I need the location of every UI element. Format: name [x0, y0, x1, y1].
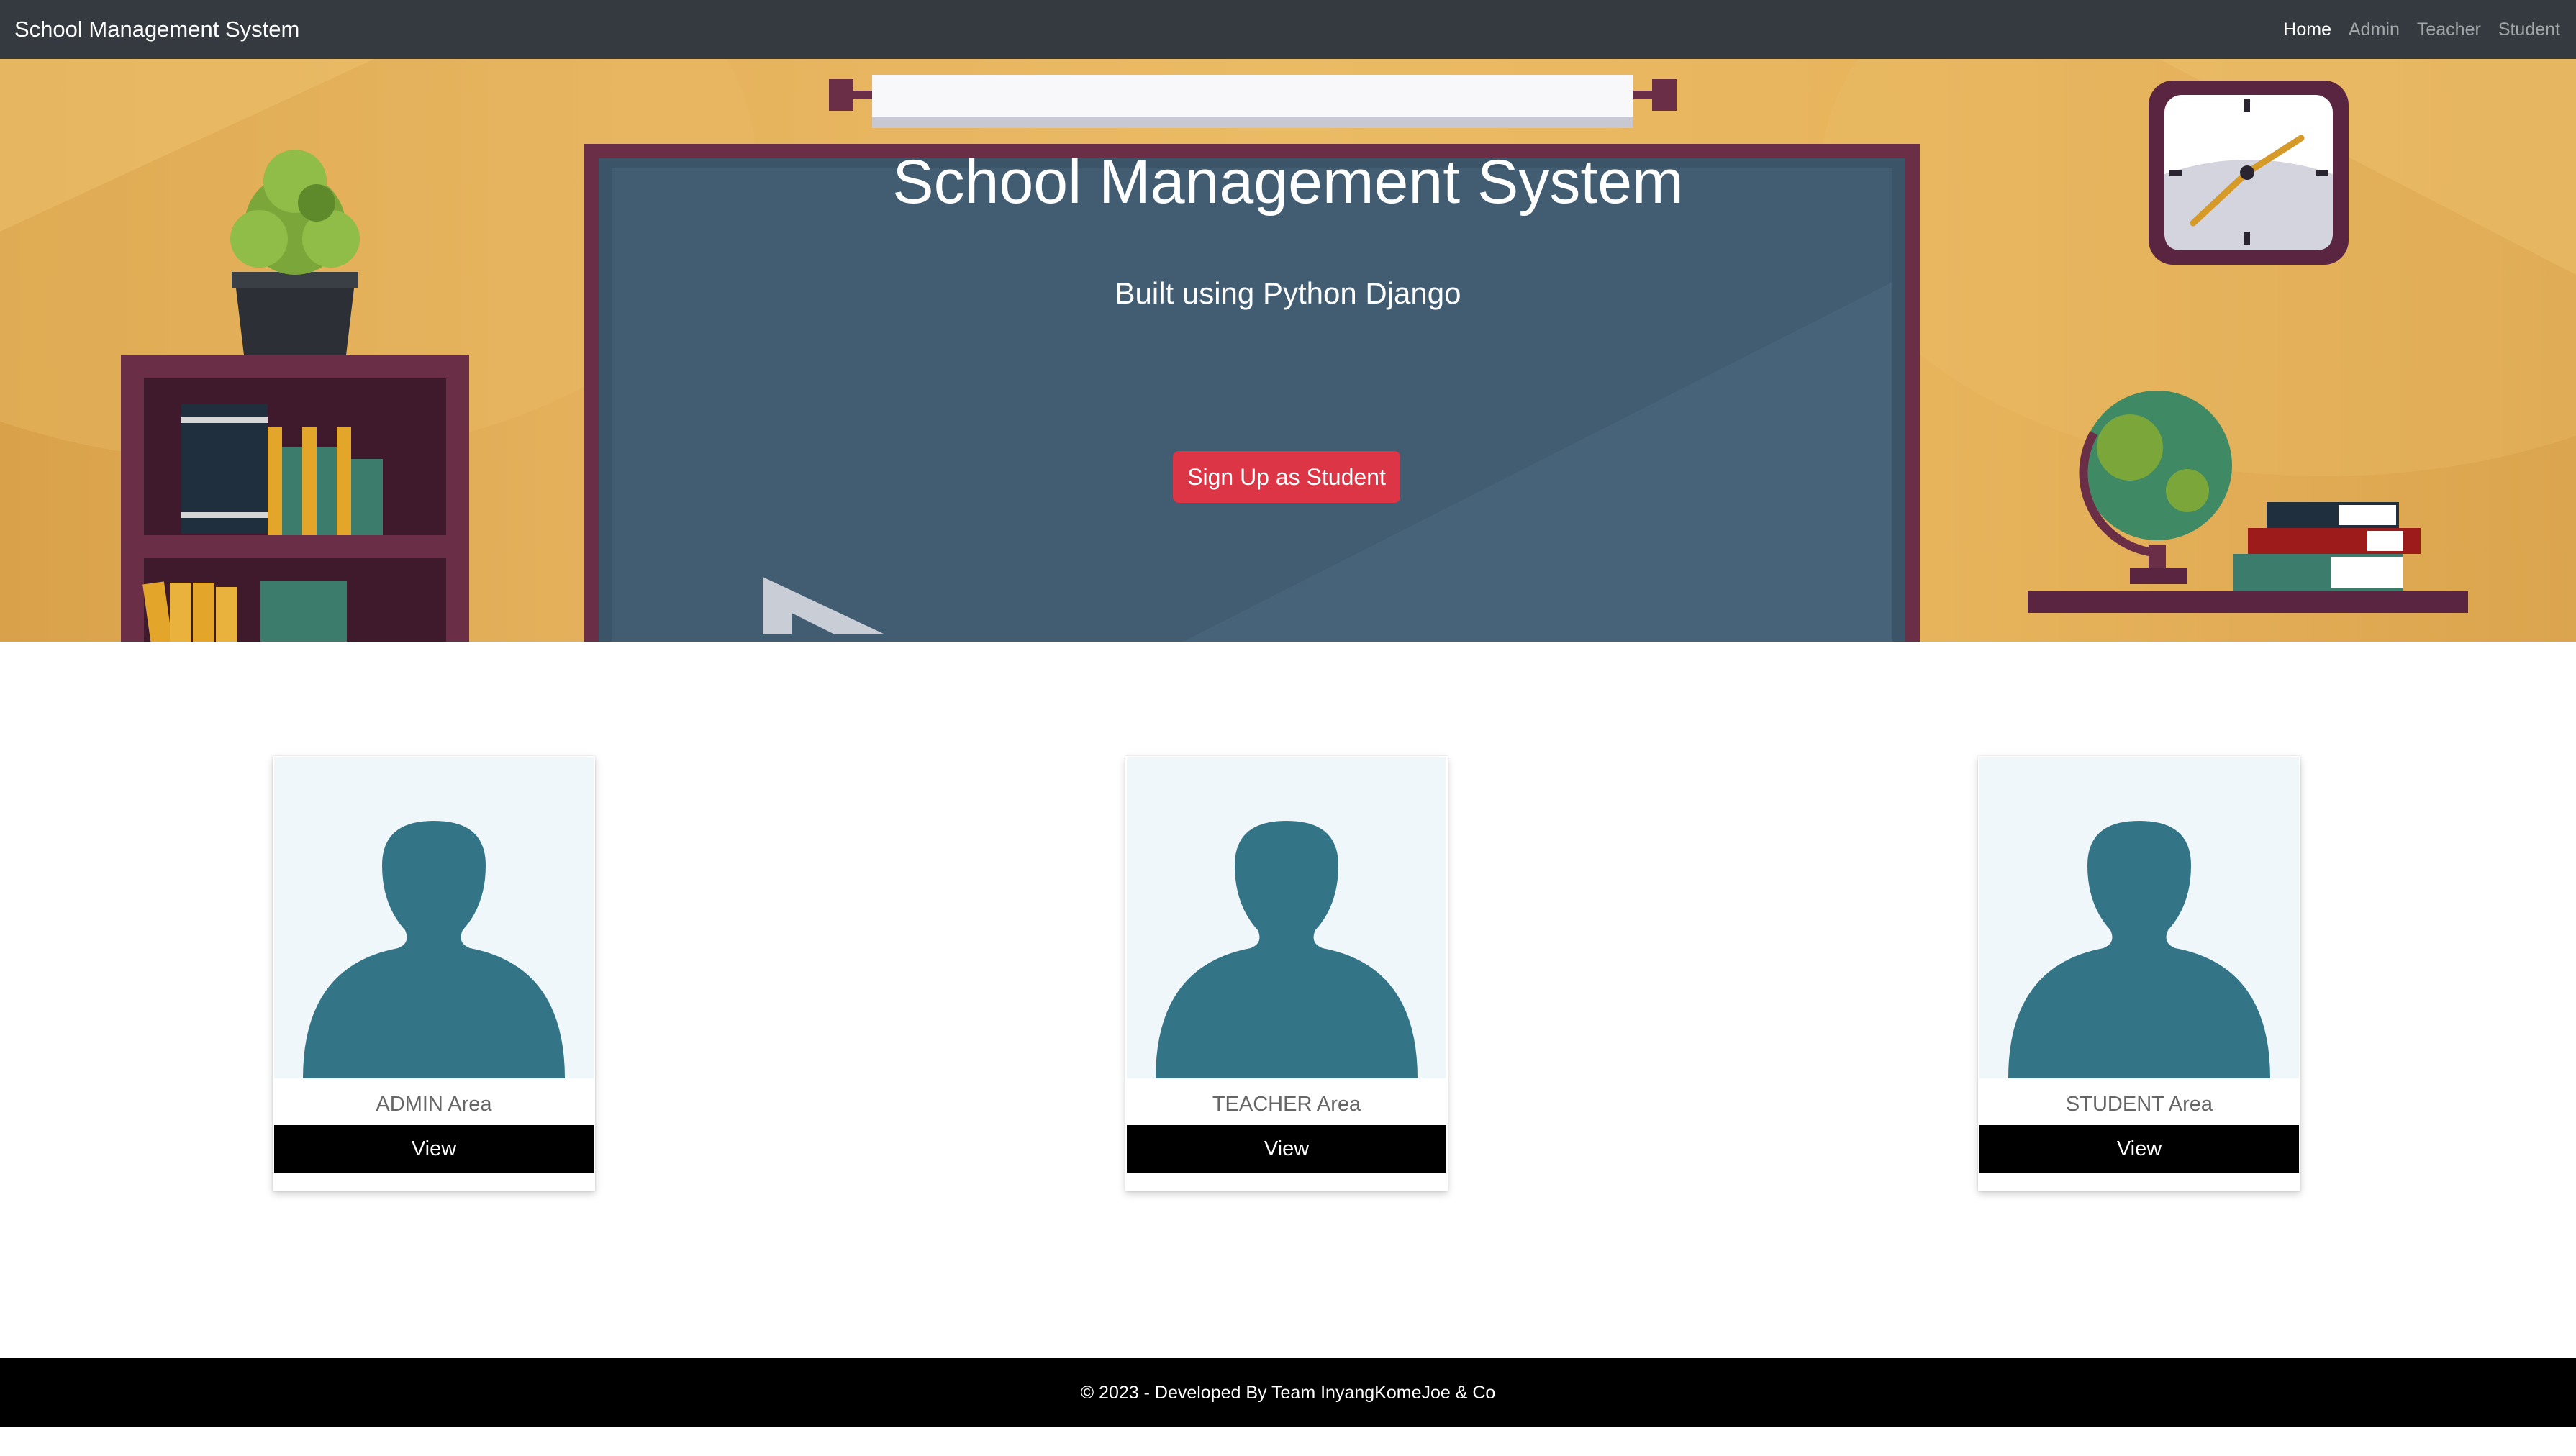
nav-link-student[interactable]: Student: [2498, 19, 2560, 40]
hero-subtitle: Built using Python Django: [1115, 276, 1461, 310]
admin-view-button[interactable]: View: [274, 1125, 594, 1173]
card-label-teacher: TEACHER Area: [1212, 1093, 1361, 1116]
navbar-brand[interactable]: School Management System: [14, 17, 299, 42]
teacher-area-card: TEACHER Area View: [1125, 756, 1448, 1191]
user-silhouette-icon: [1156, 821, 1418, 1078]
sign-up-student-button[interactable]: Sign Up as Student: [1173, 451, 1400, 503]
student-view-button[interactable]: View: [1979, 1125, 2299, 1173]
teacher-avatar: [1127, 757, 1446, 1078]
bookshelf: [121, 355, 469, 642]
student-avatar: [1979, 757, 2299, 1078]
nav-link-home[interactable]: Home: [2283, 19, 2331, 40]
teacher-view-button[interactable]: View: [1127, 1125, 1446, 1173]
nav-link-admin[interactable]: Admin: [2349, 19, 2400, 40]
footer-copyright: © 2023 - Developed By Team InyangKomeJoe…: [1080, 1382, 1496, 1403]
admin-area-card: ADMIN Area View: [273, 756, 595, 1191]
user-silhouette-icon: [2008, 821, 2270, 1078]
user-silhouette-icon: [303, 821, 565, 1078]
globe-icon: [2079, 391, 2232, 584]
nav-link-teacher[interactable]: Teacher: [2417, 19, 2481, 40]
student-area-card: STUDENT Area View: [1978, 756, 2300, 1191]
nav-links: Home Admin Teacher Student: [2266, 19, 2560, 40]
page-footer: © 2023 - Developed By Team InyangKomeJoe…: [0, 1358, 2576, 1427]
card-label-admin: ADMIN Area: [376, 1093, 492, 1116]
projector-screen-roll: [829, 75, 1677, 128]
admin-avatar: [274, 757, 594, 1078]
card-label-student: STUDENT Area: [2065, 1093, 2213, 1116]
chalkboard: [584, 144, 1920, 642]
top-navbar: School Management System Home Admin Teac…: [0, 0, 2576, 59]
hero-title: School Management System: [892, 147, 1684, 217]
hero-banner: School Management System Built using Pyt…: [0, 59, 2576, 642]
